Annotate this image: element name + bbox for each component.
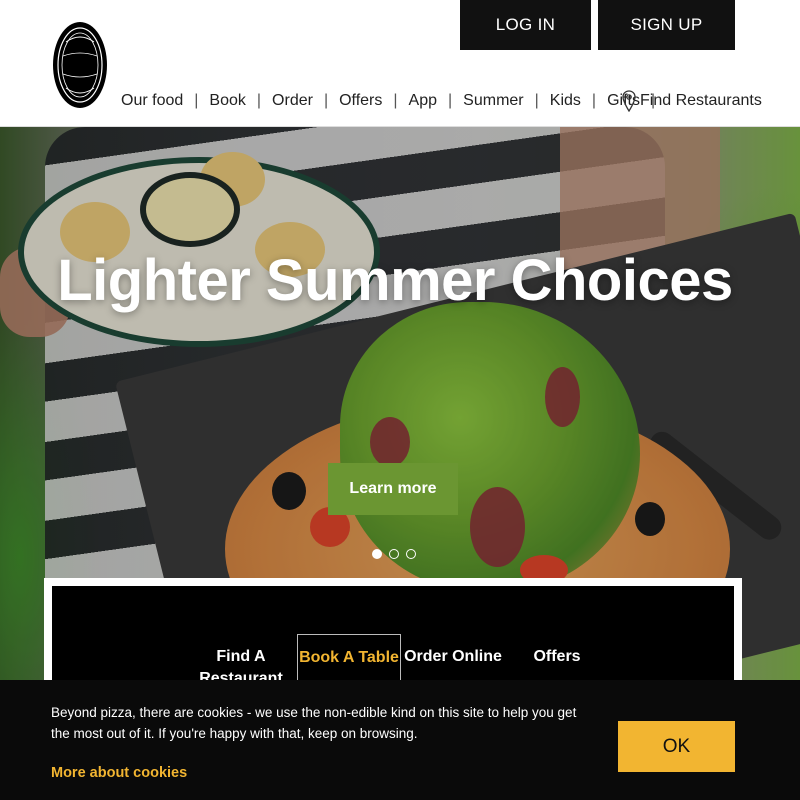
find-restaurants-label: Find Restaurants bbox=[640, 92, 762, 109]
nav-divider: | bbox=[534, 92, 539, 109]
nav-item-summer[interactable]: Summer bbox=[463, 92, 523, 110]
hero-title: Lighter Summer Choices bbox=[57, 248, 733, 313]
nav-divider: | bbox=[323, 92, 329, 109]
nav-divider: | bbox=[393, 92, 398, 109]
nav-item-book[interactable]: Book bbox=[209, 92, 245, 110]
nav-item-order[interactable]: Order bbox=[272, 92, 313, 110]
more-about-cookies-link[interactable]: More about cookies bbox=[51, 765, 187, 781]
carousel-dot-2[interactable] bbox=[389, 549, 399, 559]
location-pin-icon bbox=[622, 90, 636, 112]
nav-item-kids[interactable]: Kids bbox=[550, 92, 581, 110]
login-button[interactable]: LOG IN bbox=[460, 0, 591, 50]
cookie-banner: Beyond pizza, there are cookies - we use… bbox=[0, 680, 800, 800]
quick-link-offers[interactable]: Offers bbox=[505, 646, 609, 668]
nav-divider: | bbox=[448, 92, 453, 109]
cookie-ok-button[interactable]: OK bbox=[618, 721, 735, 772]
carousel-dot-1[interactable] bbox=[372, 549, 382, 559]
cookie-message: Beyond pizza, there are cookies - we use… bbox=[51, 705, 577, 741]
nav-divider: | bbox=[591, 92, 597, 109]
carousel-dots bbox=[372, 549, 416, 559]
quick-link-order-online[interactable]: Order Online bbox=[401, 646, 505, 668]
site-header: LOG IN SIGN UP Our food | Book | Order |… bbox=[0, 0, 800, 127]
nav-divider: | bbox=[194, 92, 199, 109]
pizza-express-logo[interactable] bbox=[51, 20, 109, 110]
main-nav: Our food | Book | Order | Offers | App |… bbox=[121, 88, 666, 114]
nav-item-our-food[interactable]: Our food bbox=[121, 92, 183, 110]
carousel-dot-3[interactable] bbox=[406, 549, 416, 559]
nav-item-app[interactable]: App bbox=[409, 92, 437, 110]
learn-more-button[interactable]: Learn more bbox=[328, 463, 458, 515]
find-restaurants-link[interactable]: Find Restaurants bbox=[622, 88, 762, 114]
nav-item-offers[interactable]: Offers bbox=[339, 92, 382, 110]
nav-divider: | bbox=[256, 92, 262, 109]
signup-button[interactable]: SIGN UP bbox=[598, 0, 735, 50]
